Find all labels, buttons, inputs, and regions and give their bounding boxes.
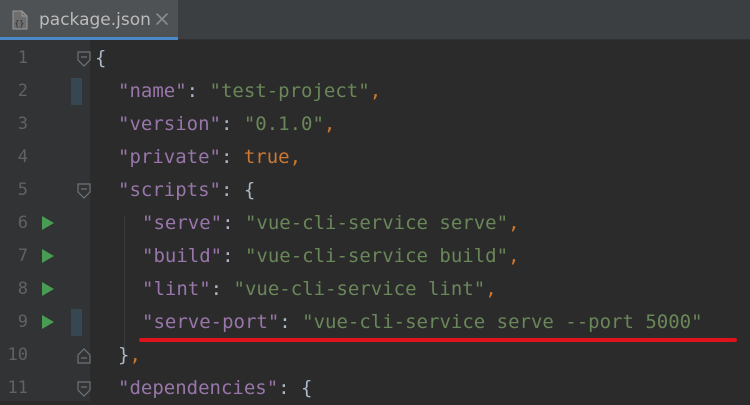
code-text: }, <box>118 344 141 366</box>
code-line-10[interactable]: 10 }, <box>0 339 750 372</box>
fold-close-icon[interactable] <box>77 348 91 364</box>
code-text: "version": "0.1.0", <box>118 113 336 135</box>
code-line-8[interactable]: 8 "lint": "vue-cli-service lint", <box>0 273 750 306</box>
line-number: 3 <box>17 114 28 134</box>
code-line-11[interactable]: 11 "dependencies": { <box>0 372 750 405</box>
line-number: 2 <box>17 81 28 101</box>
code-line-7[interactable]: 7 "build": "vue-cli-service build", <box>0 240 750 273</box>
code-text: "serve-port": "vue-cli-service serve --p… <box>142 311 703 333</box>
svg-text:{}: {} <box>15 19 25 28</box>
code-line-6[interactable]: 6 "serve": "vue-cli-service serve", <box>0 207 750 240</box>
tab-package-json[interactable]: {} package.json <box>0 0 178 40</box>
line-number: 9 <box>17 312 28 332</box>
highlight-underline <box>139 338 737 342</box>
code-text: "private": true, <box>118 146 302 168</box>
line-number: 4 <box>17 147 28 167</box>
change-marker[interactable] <box>71 78 82 105</box>
code-line-2[interactable]: 2 "name": "test-project", <box>0 75 750 108</box>
code-editor[interactable]: 1 { 2 "name": "test-project", 3 "version… <box>0 40 750 401</box>
editor-tab-bar: {} package.json <box>0 0 750 40</box>
code-line-4[interactable]: 4 "private": true, <box>0 141 750 174</box>
code-line-3[interactable]: 3 "version": "0.1.0", <box>0 108 750 141</box>
line-number: 8 <box>17 279 28 299</box>
code-line-1[interactable]: 1 { <box>0 42 750 75</box>
fold-open-icon[interactable] <box>77 183 91 199</box>
code-text: "build": "vue-cli-service build", <box>142 245 520 267</box>
code-text: "name": "test-project", <box>118 80 382 102</box>
code-text: { <box>95 47 107 69</box>
line-number: 5 <box>17 180 28 200</box>
line-number: 6 <box>17 213 28 233</box>
code-line-9[interactable]: 9 "serve-port": "vue-cli-service serve -… <box>0 306 750 339</box>
run-script-icon[interactable] <box>42 249 54 263</box>
json-file-icon: {} <box>12 10 28 30</box>
run-script-icon[interactable] <box>42 216 54 230</box>
code-line-5[interactable]: 5 "scripts": { <box>0 174 750 207</box>
run-script-icon[interactable] <box>42 315 54 329</box>
code-text: "scripts": { <box>118 179 256 201</box>
line-number: 10 <box>7 345 28 365</box>
code-text: "serve": "vue-cli-service serve", <box>142 212 520 234</box>
tab-title: package.json <box>39 10 151 30</box>
fold-open-icon[interactable] <box>77 381 91 397</box>
line-number: 1 <box>17 48 28 68</box>
close-icon[interactable] <box>155 12 169 26</box>
line-number: 11 <box>7 378 28 398</box>
fold-open-icon[interactable] <box>77 51 91 67</box>
change-marker[interactable] <box>71 309 82 336</box>
code-text: "dependencies": { <box>118 377 313 399</box>
code-text: "lint": "vue-cli-service lint", <box>142 278 497 300</box>
line-number: 7 <box>17 246 28 266</box>
run-script-icon[interactable] <box>42 282 54 296</box>
